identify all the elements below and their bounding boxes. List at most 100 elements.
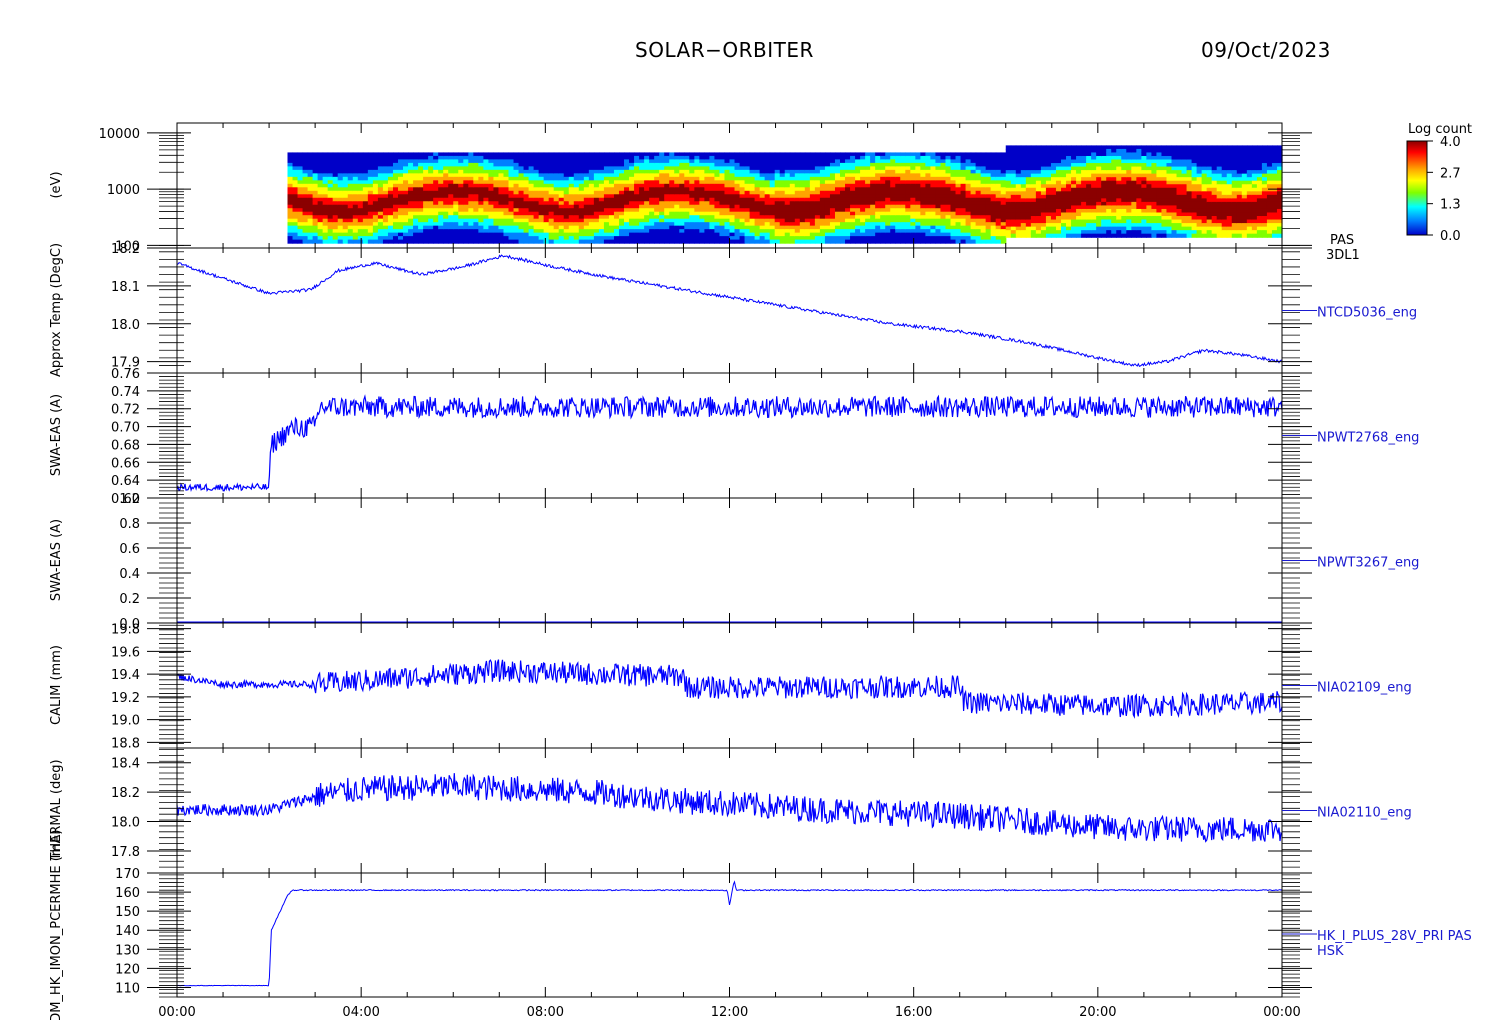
heatmap-cell	[945, 155, 952, 160]
heatmap-cell	[603, 180, 610, 185]
heatmap-cell	[1171, 219, 1178, 224]
heatmap-cell	[1076, 223, 1082, 228]
heatmap-cell	[1236, 152, 1243, 157]
heatmap-cell	[1061, 148, 1067, 154]
heatmap-cell	[302, 208, 309, 213]
heatmap-cell	[965, 187, 972, 192]
heatmap-cell	[674, 187, 680, 192]
heatmap-cell	[588, 180, 595, 185]
heatmap-cell	[794, 229, 801, 234]
heatmap-cell	[1076, 198, 1082, 203]
heatmap-cell	[433, 152, 439, 157]
heatmap-cell	[1116, 226, 1122, 231]
heatmap-cell	[699, 187, 705, 192]
heatmap-cell	[734, 194, 741, 199]
heatmap-cell	[543, 194, 550, 199]
heatmap-cell	[292, 180, 299, 185]
heatmap-cell	[1151, 184, 1158, 189]
heatmap-cell	[392, 197, 399, 202]
heatmap-cell	[1201, 226, 1208, 231]
heatmap-cell	[1121, 230, 1127, 235]
heatmap-cell	[870, 218, 876, 223]
heatmap-cell	[714, 162, 721, 167]
heatmap-cell	[543, 183, 550, 188]
heatmap-cell	[518, 204, 525, 209]
heatmap-cell	[448, 232, 454, 237]
heatmap-cell	[634, 159, 640, 164]
heatmap-cell	[955, 204, 962, 209]
heatmap-cell	[423, 236, 429, 241]
heatmap-cell	[543, 169, 550, 174]
heatmap-cell	[292, 183, 299, 188]
heatmap-cell	[1186, 198, 1193, 203]
heatmap-cell	[478, 201, 484, 206]
heatmap-cell	[1181, 205, 1188, 210]
heatmap-cell	[1035, 194, 1042, 199]
heatmap-cell	[493, 194, 500, 199]
heatmap-cell	[970, 201, 977, 206]
heatmap-cell	[1131, 173, 1137, 178]
heatmap-cell	[714, 222, 721, 227]
heatmap-cell	[1166, 205, 1173, 210]
heatmap-cell	[347, 218, 354, 223]
heatmap-cell	[292, 201, 299, 206]
heatmap-cell	[1126, 198, 1132, 203]
heatmap-cell	[875, 187, 881, 192]
heatmap-cell	[774, 190, 781, 195]
heatmap-cell	[824, 187, 831, 192]
heatmap-cell	[292, 169, 299, 174]
heatmap-cell	[1206, 191, 1213, 196]
heatmap-cell	[850, 152, 856, 157]
heatmap-cell	[950, 211, 957, 216]
heatmap-cell	[302, 215, 309, 220]
heatmap-cell	[1015, 212, 1022, 217]
heatmap-cell	[1146, 201, 1153, 207]
heatmap-cell	[829, 180, 836, 185]
heatmap-cell	[1161, 230, 1168, 235]
heatmap-cell	[664, 208, 670, 213]
heatmap-cell	[804, 190, 811, 195]
heatmap-cell	[1015, 148, 1022, 154]
heatmap-cell	[292, 162, 299, 167]
heatmap-cell	[408, 229, 414, 234]
heatmap-cell	[940, 162, 947, 167]
heatmap-cell	[1171, 230, 1178, 235]
heatmap-cell	[508, 215, 515, 220]
heatmap-cell	[870, 204, 876, 209]
heatmap-cell	[1111, 219, 1117, 224]
heatmap-cell	[1091, 223, 1097, 228]
heatmap-cell	[689, 236, 695, 241]
heatmap-cell	[845, 183, 851, 188]
heatmap-cell	[890, 162, 896, 167]
heatmap-cell	[423, 166, 429, 171]
heatmap-cell	[699, 180, 705, 185]
heatmap-cell	[583, 187, 590, 192]
heatmap-cell	[613, 204, 620, 209]
heatmap-cell	[1015, 145, 1022, 150]
heatmap-cell	[980, 187, 987, 192]
heatmap-cell	[789, 155, 796, 160]
heatmap-cell	[694, 176, 700, 181]
heatmap-cell	[508, 232, 515, 237]
heatmap-cell	[714, 180, 721, 185]
heatmap-cell	[593, 183, 600, 188]
heatmap-cell	[1015, 194, 1022, 199]
heatmap-cell	[523, 197, 530, 202]
heatmap-cell	[744, 190, 751, 195]
heatmap-cell	[1156, 152, 1163, 157]
heatmap-cell	[317, 204, 324, 209]
heatmap-cell	[468, 211, 474, 216]
heatmap-cell	[624, 159, 630, 164]
heatmap-cell	[357, 208, 364, 213]
heatmap-cell	[392, 236, 399, 241]
heatmap-cell	[1066, 177, 1072, 182]
heatmap-cell	[1020, 230, 1027, 235]
heatmap-cell	[975, 236, 982, 241]
heatmap-cell	[453, 159, 459, 164]
heatmap-cell	[689, 239, 695, 244]
heatmap-cell	[860, 215, 866, 220]
heatmap-cell	[699, 229, 705, 234]
heatmap-cell	[689, 229, 695, 234]
heatmap-cell	[493, 190, 500, 195]
heatmap-cell	[955, 159, 962, 164]
